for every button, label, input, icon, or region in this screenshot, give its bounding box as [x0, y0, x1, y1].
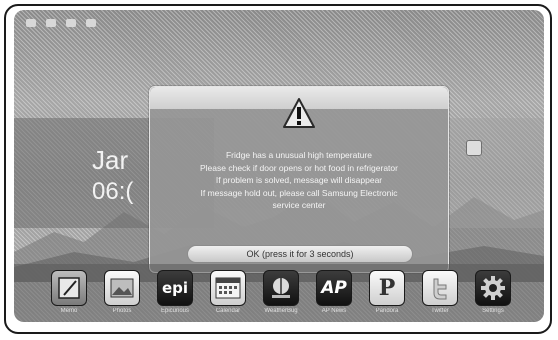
weather-widget[interactable]: [444, 118, 544, 228]
app-label: AP News: [321, 308, 347, 314]
alert-message: Fridge has a unusual high temperature Pl…: [160, 149, 438, 212]
alert-message-line: Fridge has a unusual high temperature: [225, 150, 372, 160]
app-label: Photos: [112, 308, 132, 314]
twitter-icon: [422, 270, 458, 306]
calendar-icon: [210, 270, 246, 306]
warning-triangle-icon: [283, 98, 315, 128]
app-label: Memo: [60, 308, 78, 314]
app-photos[interactable]: Photos: [100, 270, 144, 318]
ap-news-icon: AP: [316, 270, 352, 306]
epicurious-icon: epi: [157, 270, 193, 306]
app-twitter[interactable]: Twitter: [418, 270, 462, 318]
app-ap-news[interactable]: AP AP News: [312, 270, 356, 318]
app-dock: Memo Photos epi Epicurious Calendar Weat…: [14, 264, 544, 322]
alert-message-line: service center: [272, 200, 326, 210]
app-epicurious[interactable]: epi Epicurious: [153, 270, 197, 318]
settings-gear-icon: [475, 270, 511, 306]
alert-message-line: Please check if door opens or hot food i…: [200, 162, 398, 173]
app-label: Calendar: [215, 308, 241, 314]
status-indicator-icon: [86, 19, 96, 27]
status-indicator-icon: [26, 19, 36, 27]
weatherbug-icon: [263, 270, 299, 306]
status-indicator-icon: [66, 19, 76, 27]
epicurious-glyph: epi: [161, 279, 189, 297]
memo-icon: [51, 270, 87, 306]
ok-button[interactable]: OK (press it for 3 seconds): [187, 245, 413, 263]
time-text: 06:(: [92, 178, 134, 205]
app-label: Twitter: [431, 308, 449, 314]
alert-dialog: Fridge has a unusual high temperature Pl…: [149, 86, 449, 273]
date-text: Jar: [92, 145, 129, 175]
app-label: Epicurious: [160, 308, 189, 314]
status-bar: [26, 14, 96, 32]
app-memo[interactable]: Memo: [47, 270, 91, 318]
app-settings[interactable]: Settings: [471, 270, 515, 318]
app-pandora[interactable]: P Pandora: [365, 270, 409, 318]
pandora-glyph: P: [378, 275, 396, 301]
photos-icon: [104, 270, 140, 306]
app-weatherbug[interactable]: WeatherBug: [259, 270, 303, 318]
app-label: WeatherBug: [264, 308, 298, 314]
widget-icon: [466, 140, 482, 156]
app-calendar[interactable]: Calendar: [206, 270, 250, 318]
alert-message-line: If message hold out, please call Samsung…: [200, 187, 398, 198]
ap-glyph: AP: [321, 278, 347, 298]
pandora-icon: P: [369, 270, 405, 306]
app-label: Pandora: [375, 308, 399, 314]
fridge-screen: Jar 06:( Fridge has a unusual high tempe…: [14, 10, 544, 322]
app-label: Settings: [482, 308, 504, 314]
status-indicator-icon: [46, 19, 56, 27]
alert-message-line: If problem is solved, message will disap…: [215, 175, 383, 185]
